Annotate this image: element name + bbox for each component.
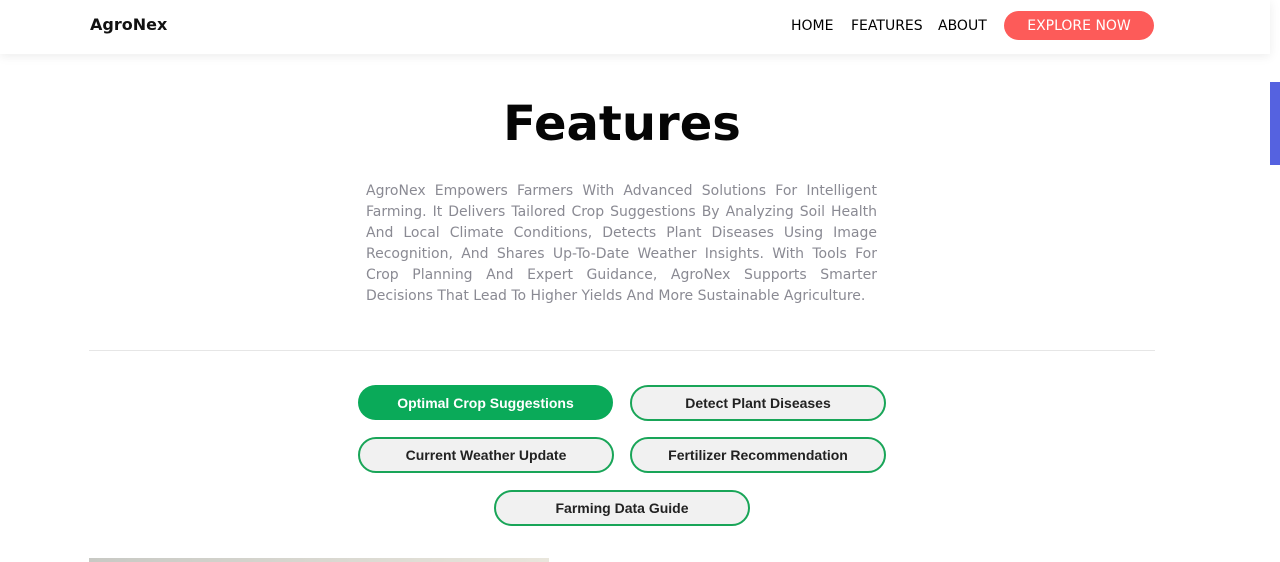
tab-detect-plant-diseases[interactable]: Detect Plant Diseases [630, 385, 886, 421]
brand-logo[interactable]: AgroNex [90, 15, 167, 34]
page-title: Features [503, 96, 741, 152]
tab-farming-data-guide[interactable]: Farming Data Guide [494, 490, 750, 526]
nav-link-features[interactable]: FEATURES [851, 18, 923, 34]
navbar: AgroNex HOME FEATURES ABOUT EXPLORE NOW [0, 0, 1270, 54]
tab-fertilizer-recommendation[interactable]: Fertilizer Recommendation [630, 437, 886, 473]
nav-link-about[interactable]: ABOUT [938, 18, 987, 34]
content-preview-edge [89, 558, 549, 562]
explore-now-button[interactable]: EXPLORE NOW [1004, 11, 1154, 40]
section-divider [89, 350, 1155, 351]
tab-current-weather-update[interactable]: Current Weather Update [358, 437, 614, 473]
tab-optimal-crop-suggestions[interactable]: Optimal Crop Suggestions [358, 385, 613, 420]
scroll-indicator [1270, 82, 1280, 165]
nav-link-home[interactable]: HOME [791, 18, 833, 34]
features-description: AgroNex Empowers Farmers With Advanced S… [366, 183, 877, 304]
